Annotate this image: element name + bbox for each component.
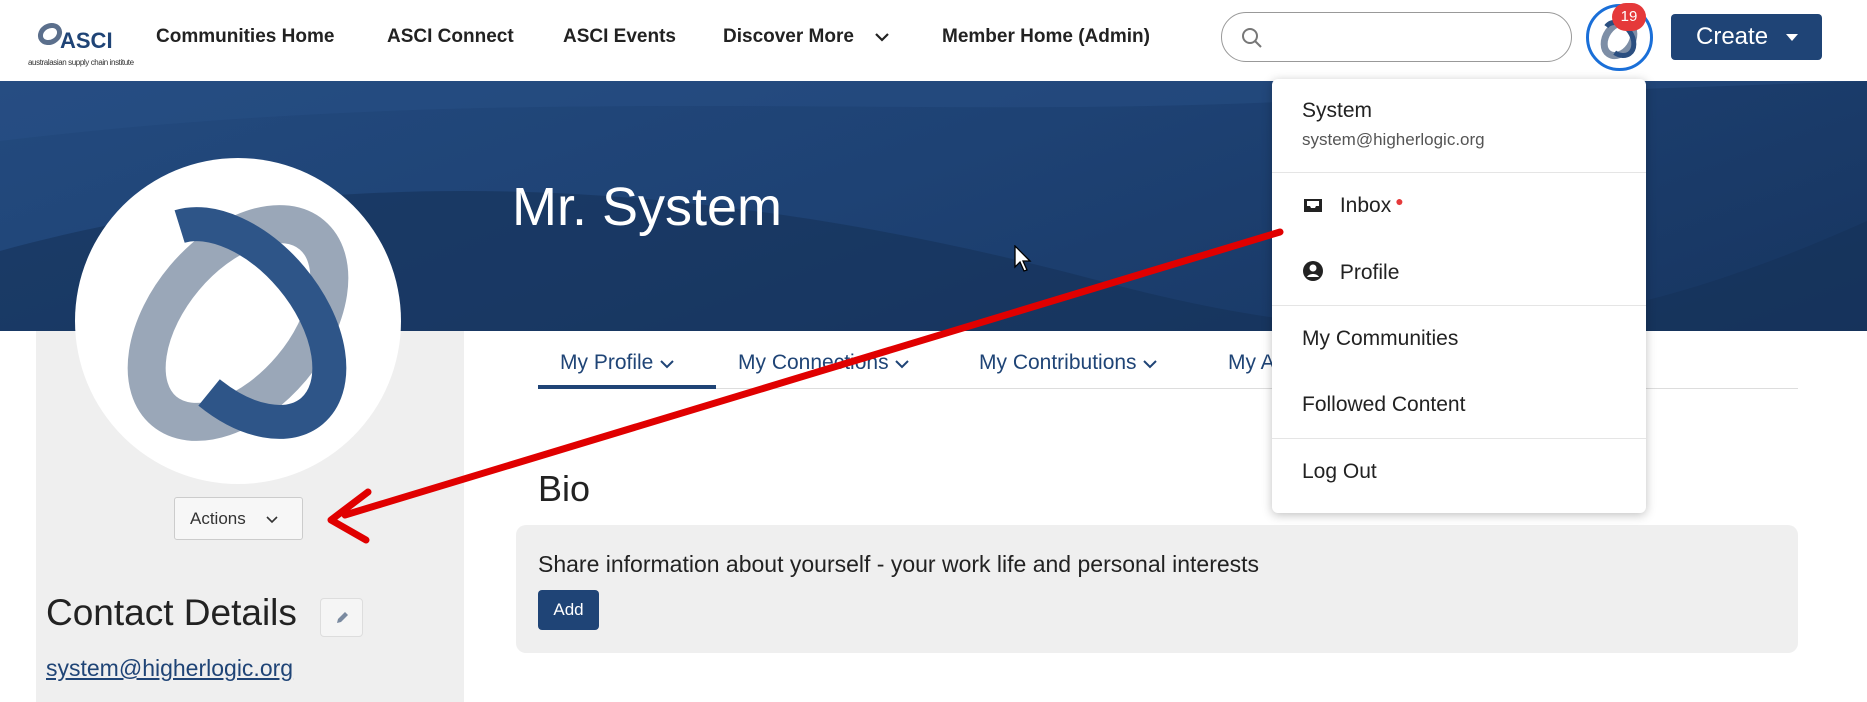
bio-panel: [516, 525, 1798, 653]
divider: [1272, 305, 1646, 306]
unread-dot: ●: [1395, 193, 1404, 209]
menu-item-profile[interactable]: Profile: [1302, 260, 1399, 285]
menu-item-inbox[interactable]: Inbox ●: [1302, 193, 1404, 218]
top-nav: ASCI australasian supply chain institute…: [0, 0, 1867, 81]
create-label: Create: [1696, 23, 1769, 50]
active-tab-indicator: [538, 385, 716, 389]
user-menu-dropdown: System system@higherlogic.org Inbox ● Pro…: [1272, 79, 1646, 513]
user-circle-icon: [1303, 261, 1323, 281]
add-bio-button[interactable]: Add: [538, 590, 599, 630]
actions-dropdown-button[interactable]: Actions: [174, 497, 303, 540]
notification-badge: 19: [1612, 3, 1646, 31]
search-icon: [1242, 28, 1262, 48]
logo-subtitle: australasian supply chain institute: [28, 58, 134, 67]
nav-discover-more[interactable]: Discover More: [723, 26, 854, 48]
chevron-down-icon: [895, 360, 910, 369]
caret-down-icon: [1786, 34, 1798, 41]
mouse-cursor-icon: [1014, 245, 1032, 272]
contact-email-link[interactable]: system@higherlogic.org: [46, 655, 293, 682]
menu-item-my-communities[interactable]: My Communities: [1302, 327, 1458, 351]
logo-text: ASCI: [60, 28, 113, 53]
tab-my-profile[interactable]: My Profile: [560, 351, 675, 375]
nav-asci-connect[interactable]: ASCI Connect: [387, 26, 514, 48]
menu-user-email: system@higherlogic.org: [1302, 130, 1485, 149]
profile-name: Mr. System: [512, 177, 783, 237]
nav-communities-home[interactable]: Communities Home: [156, 26, 334, 48]
contact-details-heading: Contact Details: [46, 592, 297, 633]
divider: [1272, 438, 1646, 439]
tab-my-connections[interactable]: My Connections: [738, 351, 910, 375]
menu-user-name: System: [1302, 99, 1373, 122]
tab-my-contributions[interactable]: My Contributions: [979, 351, 1158, 375]
chevron-down-icon: [660, 360, 674, 369]
actions-label: Actions: [190, 509, 246, 528]
create-button[interactable]: Create: [1671, 14, 1822, 60]
bio-prompt: Share information about yourself - your …: [538, 551, 1260, 577]
menu-item-followed-content[interactable]: Followed Content: [1302, 393, 1465, 417]
nav-member-home[interactable]: Member Home (Admin): [942, 26, 1150, 48]
profile-avatar: [75, 158, 401, 484]
tab-my-account[interactable]: My A: [1228, 351, 1275, 375]
chevron-down-icon: [266, 516, 278, 524]
asci-logo[interactable]: ASCI: [36, 10, 124, 56]
chevron-down-icon: [875, 33, 889, 42]
chevron-down-icon: [1143, 360, 1158, 369]
pencil-icon: [337, 612, 348, 623]
menu-item-log-out[interactable]: Log Out: [1302, 460, 1377, 484]
edit-contact-button[interactable]: [320, 598, 363, 637]
search-input[interactable]: [1221, 12, 1572, 62]
inbox-icon: [1304, 199, 1322, 212]
nav-asci-events[interactable]: ASCI Events: [563, 26, 676, 48]
divider: [1272, 172, 1646, 173]
bio-heading: Bio: [538, 468, 591, 509]
